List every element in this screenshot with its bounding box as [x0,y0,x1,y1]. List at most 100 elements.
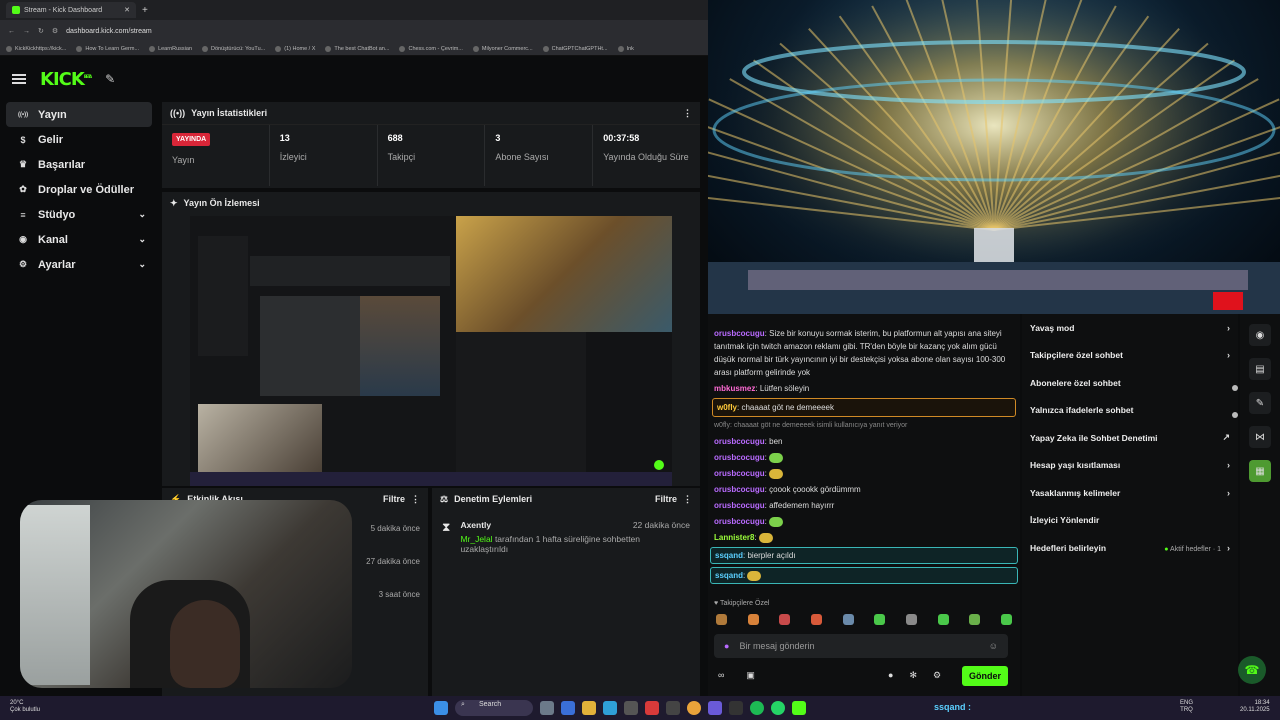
chat-message[interactable]: orusbcocugu: [708,467,1020,480]
back-icon[interactable]: ← [8,28,15,35]
app-icon[interactable] [729,701,743,715]
kick-logo[interactable]: KICKBETA [40,69,92,90]
language-indicator[interactable]: ENG TRQ [1180,700,1193,714]
gift-icon[interactable]: ▣ [746,670,755,681]
sidebar-item-6[interactable]: ⚙ Ayarlar ⌄ [6,252,152,277]
stream-video[interactable] [708,0,1280,314]
emote-icon[interactable] [779,614,791,625]
emote-icon[interactable] [937,614,949,625]
broadcast-icon[interactable]: ◉ [1249,324,1271,346]
chat-username[interactable]: w0fly [717,403,737,412]
chat-username[interactable]: orusbcocugu [714,453,765,462]
url-text[interactable]: dashboard.kick.com/stream [66,28,152,35]
chat-bubble-icon[interactable]: ● [888,670,893,681]
more-icon[interactable]: ⋮ [683,494,692,505]
chat-username[interactable]: ssqand [715,551,743,560]
send-button[interactable]: Gönder [962,666,1008,686]
infinity-icon[interactable]: ∞ [718,670,724,681]
bookmark-item[interactable]: ChatGPTChatGPTHt... [542,45,608,52]
app-icon[interactable] [666,701,680,715]
bookmark-item[interactable]: LearnRussian [149,45,192,52]
chrome-icon[interactable] [687,701,701,715]
menu-icon[interactable] [12,74,26,84]
chat-username[interactable]: mbkusmez [714,384,755,393]
app-icon[interactable] [540,701,554,715]
app-icon[interactable] [771,701,785,715]
chat-username[interactable]: orusbcocugu [714,329,765,338]
chat-setting-item[interactable]: Hesap yaşı kısıtlaması › [1022,452,1238,480]
chat-input[interactable]: ● Bir mesaj gönderin ☺ [714,634,1008,658]
new-tab-button[interactable]: + [142,5,148,16]
chat-username[interactable]: ssqand [715,571,743,580]
support-icon[interactable]: ☎ [1238,656,1266,684]
emote-icon[interactable] [905,614,917,625]
emoji-icon[interactable]: ☺ [989,641,998,651]
emote-icon[interactable] [747,614,759,625]
emote-icon[interactable] [842,614,854,625]
chat-message[interactable]: orusbcocugu: [708,515,1020,528]
bookmark-item[interactable]: (1) Home / X [275,45,315,52]
emote-icon[interactable] [1000,614,1012,625]
settings-icon[interactable]: ✻ [909,670,917,681]
app-icon[interactable] [582,701,596,715]
sidebar-item-1[interactable]: $ Gelir [6,127,152,152]
close-tab-icon[interactable]: ✕ [124,6,130,14]
chat-username[interactable]: Lannister8 [714,533,754,542]
chat-username[interactable]: orusbcocugu [714,469,765,478]
sidebar-item-0[interactable]: ((•)) Yayın [6,102,152,127]
taskbar-search[interactable]: ⌕ Search [455,700,533,716]
sidebar-item-3[interactable]: ✿ Droplar ve Ödüller [6,177,152,202]
activity-filter-button[interactable]: Filtre [383,494,405,504]
chat-setting-item[interactable]: Yasaklanmış kelimeler › [1022,479,1238,507]
more-icon[interactable]: ⋮ [411,494,420,505]
bookmark-item[interactable]: Milyoner Commerc... [472,45,533,52]
chat-username[interactable]: orusbcocugu [714,501,765,510]
chat-message[interactable]: orusbcocugu: affedemem hayırrr [708,499,1020,512]
chat-setting-item[interactable]: Yavaş mod › [1022,314,1238,342]
stream-preview-frame[interactable] [190,216,672,486]
bookmark-item[interactable]: KickKickhttps://kick... [6,45,66,52]
forward-icon[interactable]: → [23,28,30,35]
chat-username[interactable]: orusbcocugu [714,485,765,494]
bookmark-item[interactable]: How To Learn Germ... [76,45,139,52]
emote-icon[interactable] [716,614,727,625]
chat-message[interactable]: orusbcocugu: Size bir konuyu sormak iste… [708,327,1020,379]
chat-username[interactable]: orusbcocugu [714,437,765,446]
chat-setting-item[interactable]: Takipçilere özel sohbet › [1022,342,1238,370]
chat-message[interactable]: ssqand: [710,567,1018,584]
app-icon[interactable] [561,701,575,715]
app-icon[interactable] [624,701,638,715]
layout-icon[interactable]: ▤ [1249,358,1271,380]
app-icon[interactable]: ▦ [1249,460,1271,482]
chat-message[interactable]: w0fly: chaaaat göt ne demeeeek isimli ku… [708,419,1020,432]
weather-widget[interactable]: 20°C Çok bulutlu [10,700,40,714]
share-icon[interactable]: ⋈ [1249,426,1271,448]
reload-icon[interactable]: ↻ [38,27,44,35]
sidebar-item-4[interactable]: ≡ Stüdyo ⌄ [6,202,152,227]
chat-message[interactable]: orusbcocugu: [708,451,1020,464]
target-user[interactable]: Mr_Jelal [460,534,492,544]
site-info-icon[interactable]: ⚙ [52,27,58,35]
app-icon[interactable] [603,701,617,715]
chat-setting-item[interactable]: Yalnızca ifadelerle sohbet [1022,397,1238,425]
chat-message[interactable]: w0fly: chaaaat göt ne demeeeek [712,398,1016,417]
app-icon[interactable] [708,701,722,715]
bookmark-item[interactable]: The best ChatBot an... [325,45,389,52]
chat-message[interactable]: orusbcocugu: çoook çoookk gördümmm [708,483,1020,496]
moderation-filter-button[interactable]: Filtre [655,494,677,504]
chat-setting-item[interactable]: Hedefleri belirleyin ● Aktif hedefler · 1… [1022,534,1238,562]
more-icon[interactable]: ⋮ [683,108,692,119]
bookmark-item[interactable]: Dönüştürücü: YouTu... [202,45,265,52]
bookmark-item[interactable]: Ink [617,45,634,52]
wrench-icon[interactable]: ✎ [1249,392,1271,414]
chat-message[interactable]: orusbcocugu: ben [708,435,1020,448]
chat-setting-item[interactable]: İzleyici Yönlendir [1022,507,1238,535]
app-icon[interactable] [750,701,764,715]
chat-setting-item[interactable]: Abonelere özel sohbet [1022,369,1238,397]
sidebar-item-5[interactable]: ◉ Kanal ⌄ [6,227,152,252]
pin-icon[interactable]: ✎ [105,72,115,86]
chat-message[interactable]: mbkusmez: Lütfen söleyin [708,382,1020,395]
app-icon[interactable] [792,701,806,715]
mic-icon[interactable]: ● [724,641,729,651]
windows-start-icon[interactable] [434,701,448,715]
